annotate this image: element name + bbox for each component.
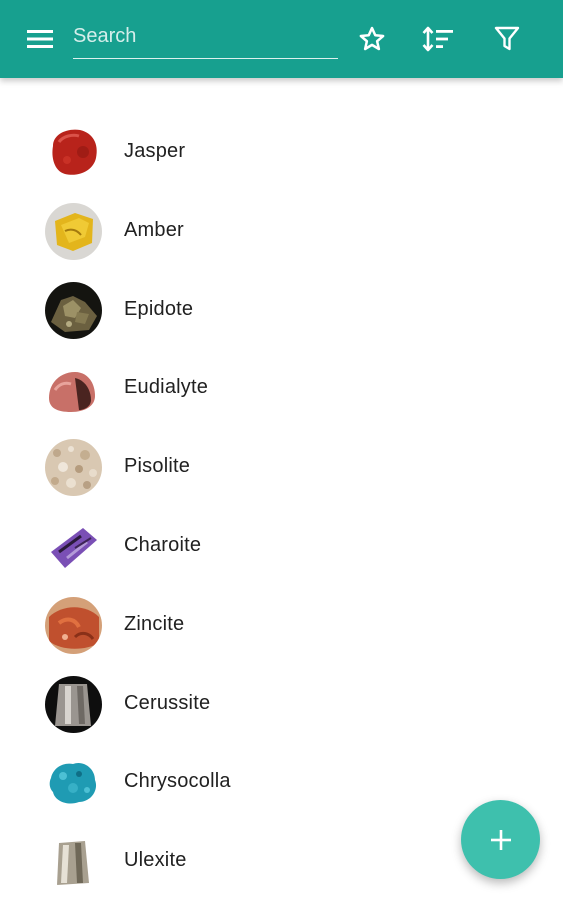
sort-button[interactable] — [418, 19, 458, 59]
list-item-zincite[interactable]: Zincite — [0, 586, 563, 665]
app-toolbar — [0, 0, 563, 78]
list-item-pisolite[interactable]: Pisolite — [0, 428, 563, 507]
mineral-thumbnail — [45, 124, 102, 181]
list-item-jasper[interactable]: Jasper — [0, 113, 563, 192]
menu-button[interactable] — [20, 19, 60, 59]
search-field[interactable] — [73, 20, 338, 59]
mineral-thumbnail — [45, 596, 102, 654]
mineral-thumbnail — [45, 360, 102, 418]
mineral-thumbnail — [45, 675, 102, 733]
mineral-name: Pisolite — [124, 455, 191, 478]
mineral-name: Charoite — [124, 533, 202, 556]
mineral-name: Cerussite — [124, 691, 211, 714]
mineral-thumbnail — [45, 202, 102, 260]
mineral-thumbnail — [45, 439, 102, 497]
star-outline-icon — [359, 26, 385, 51]
mineral-name: Jasper — [124, 140, 186, 162]
plus-icon — [490, 829, 511, 850]
mineral-name: Ulexite — [124, 849, 187, 872]
mineral-thumbnail — [45, 754, 102, 812]
list-item-amber[interactable]: Amber — [0, 192, 563, 271]
mineral-name: Eudialyte — [124, 376, 209, 399]
favorites-button[interactable] — [352, 19, 392, 59]
add-mineral-button[interactable] — [461, 800, 540, 879]
mineral-thumbnail — [45, 833, 102, 891]
mineral-name: Epidote — [124, 297, 194, 320]
mineral-name: Zincite — [124, 612, 185, 635]
mineral-thumbnail — [45, 517, 102, 575]
mineral-list: Jasper Amber Epidote Eudialyte Pisolite … — [0, 113, 563, 900]
list-item-epidote[interactable]: Epidote — [0, 271, 563, 350]
filter-icon — [494, 26, 520, 51]
mineral-name: Chrysocolla — [124, 770, 231, 793]
mineral-thumbnail — [45, 281, 102, 339]
app-root: Jasper Amber — [0, 0, 563, 900]
hamburger-menu-icon — [27, 30, 53, 48]
sort-icon — [422, 26, 453, 52]
mineral-name: Amber — [124, 218, 184, 241]
list-item-cerussite[interactable]: Cerussite — [0, 665, 563, 744]
filter-button[interactable] — [487, 19, 527, 59]
search-input[interactable] — [73, 21, 338, 51]
list-item-eudialyte[interactable]: Eudialyte — [0, 349, 563, 428]
list-item-charoite[interactable]: Charoite — [0, 507, 563, 586]
